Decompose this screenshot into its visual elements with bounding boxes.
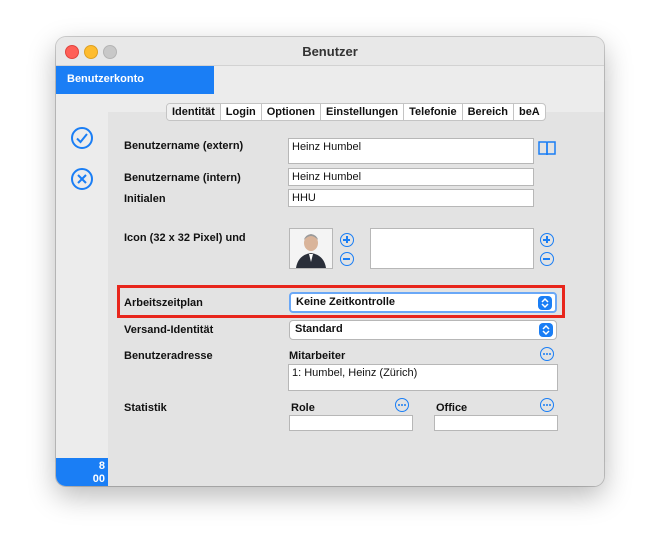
worktime-select[interactable]: Keine Zeitkontrolle [289, 292, 557, 313]
tab-identitaet[interactable]: Identität [167, 104, 221, 120]
send-identity-value: Standard [295, 323, 343, 335]
tab-telefonie[interactable]: Telefonie [404, 104, 463, 120]
send-identity-select[interactable]: Standard [289, 320, 557, 340]
role-label: Role [291, 402, 315, 414]
badge-line-2: 00 [92, 473, 105, 485]
office-more-icon[interactable] [540, 398, 554, 412]
send-identity-label: Versand-Identität [124, 324, 214, 336]
title-bar: Benutzer [56, 37, 604, 66]
worktime-label: Arbeitszeitplan [124, 297, 203, 309]
initials-field[interactable]: HHU [288, 189, 534, 207]
address-more-icon[interactable] [540, 347, 554, 361]
sidebar-tab-benutzerkonto[interactable]: Benutzerkonto [56, 66, 214, 94]
username-intern-label: Benutzername (intern) [124, 172, 241, 184]
icon-label: Icon (32 x 32 Pixel) und [124, 232, 246, 244]
icon-secondary-field[interactable] [370, 228, 534, 269]
tab-bereich[interactable]: Bereich [463, 104, 514, 120]
window-title: Benutzer [302, 44, 358, 59]
select-chevron-icon [538, 296, 552, 310]
tab-optionen[interactable]: Optionen [262, 104, 321, 120]
role-more-icon[interactable] [395, 398, 409, 412]
initials-label: Initialen [124, 193, 166, 205]
username-extern-field[interactable]: Heinz Humbel [288, 138, 534, 164]
add-icon-photo[interactable] [340, 233, 354, 247]
tab-login[interactable]: Login [221, 104, 262, 120]
add-icon-secondary[interactable] [540, 233, 554, 247]
tab-einstellungen[interactable]: Einstellungen [321, 104, 405, 120]
role-field[interactable] [289, 415, 413, 431]
username-extern-label: Benutzername (extern) [124, 140, 244, 152]
checkmark-icon [76, 133, 88, 144]
remove-icon-photo[interactable] [340, 252, 354, 266]
user-address-field[interactable]: 1: Humbel, Heinz (Zürich) [288, 364, 558, 391]
remove-icon-secondary[interactable] [540, 252, 554, 266]
office-label: Office [436, 402, 468, 414]
user-photo [289, 228, 333, 269]
status-badge: 8 00 [56, 458, 108, 486]
user-address-label: Benutzeradresse [124, 350, 213, 362]
tab-bea[interactable]: beA [514, 104, 545, 120]
confirm-button[interactable] [71, 127, 93, 149]
statistics-label: Statistik [124, 402, 167, 414]
select-chevron-icon [539, 323, 553, 337]
cancel-button[interactable] [71, 168, 93, 190]
username-intern-field[interactable]: Heinz Humbel [288, 168, 534, 186]
tab-bar: Identität Login Optionen Einstellungen T… [166, 103, 546, 121]
employee-label: Mitarbeiter [289, 350, 346, 362]
office-field[interactable] [434, 415, 558, 431]
sidebar-tab-label: Benutzerkonto [67, 73, 144, 85]
x-icon [77, 174, 87, 184]
worktime-value: Keine Zeitkontrolle [296, 296, 396, 308]
badge-line-1: 8 [98, 460, 105, 472]
address-book-icon[interactable] [538, 140, 556, 156]
